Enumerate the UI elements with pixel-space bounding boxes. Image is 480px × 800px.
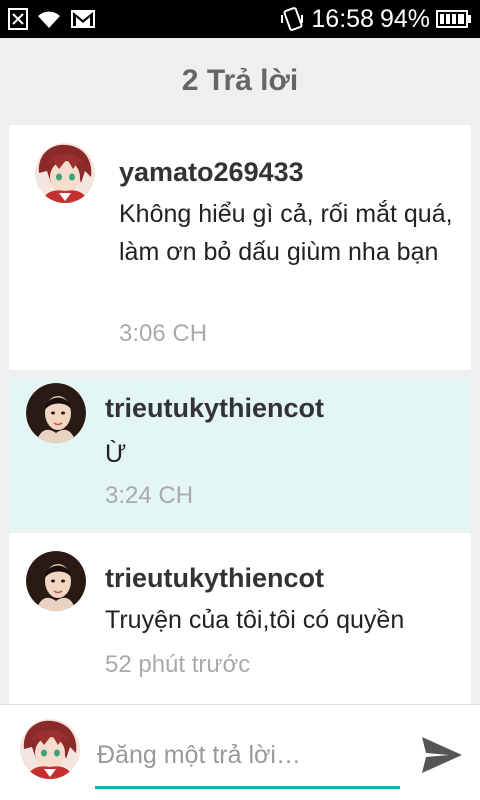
wifi-icon — [36, 9, 62, 29]
status-time: 16:58 — [311, 4, 374, 33]
battery-percent: 94% — [379, 4, 430, 33]
comment-item[interactable]: yamato269433 Không hiểu gì cả, rối mắt q… — [9, 125, 471, 370]
reply-input[interactable] — [95, 733, 400, 789]
comment-time: 3:06 CH — [119, 320, 208, 347]
avatar[interactable] — [26, 383, 86, 443]
send-icon — [421, 736, 463, 779]
notification-x-icon — [8, 8, 28, 30]
comment-message: Ừ — [105, 440, 127, 468]
comment-message: Truyện của tôi,tôi có quyền — [105, 606, 405, 634]
avatar[interactable] — [26, 551, 86, 611]
comment-item[interactable]: trieutukythiencot Ừ 3:24 CH — [9, 379, 471, 531]
comment-username[interactable]: yamato269433 — [119, 157, 304, 188]
comment-username[interactable]: trieutukythiencot — [105, 563, 324, 594]
battery-icon — [436, 9, 472, 29]
comment-message: Không hiểu gì cả, rối mắt quá, làm ơn bỏ… — [119, 200, 453, 266]
vibrate-icon — [279, 7, 305, 31]
status-bar: 16:58 94% — [0, 0, 480, 38]
send-button[interactable] — [418, 733, 466, 781]
reply-compose-bar — [0, 704, 480, 800]
page-title: 2 Trả lời — [181, 64, 299, 97]
comment-item[interactable]: trieutukythiencot Truyện của tôi,tôi có … — [9, 533, 471, 713]
comment-time: 3:24 CH — [105, 482, 194, 509]
comment-username[interactable]: trieutukythiencot — [105, 393, 324, 424]
gmail-icon — [70, 9, 96, 29]
replies-header: 2 Trả lời — [0, 38, 480, 124]
avatar[interactable] — [35, 143, 95, 203]
current-user-avatar — [20, 719, 80, 779]
comment-time: 52 phút trước — [105, 651, 251, 678]
